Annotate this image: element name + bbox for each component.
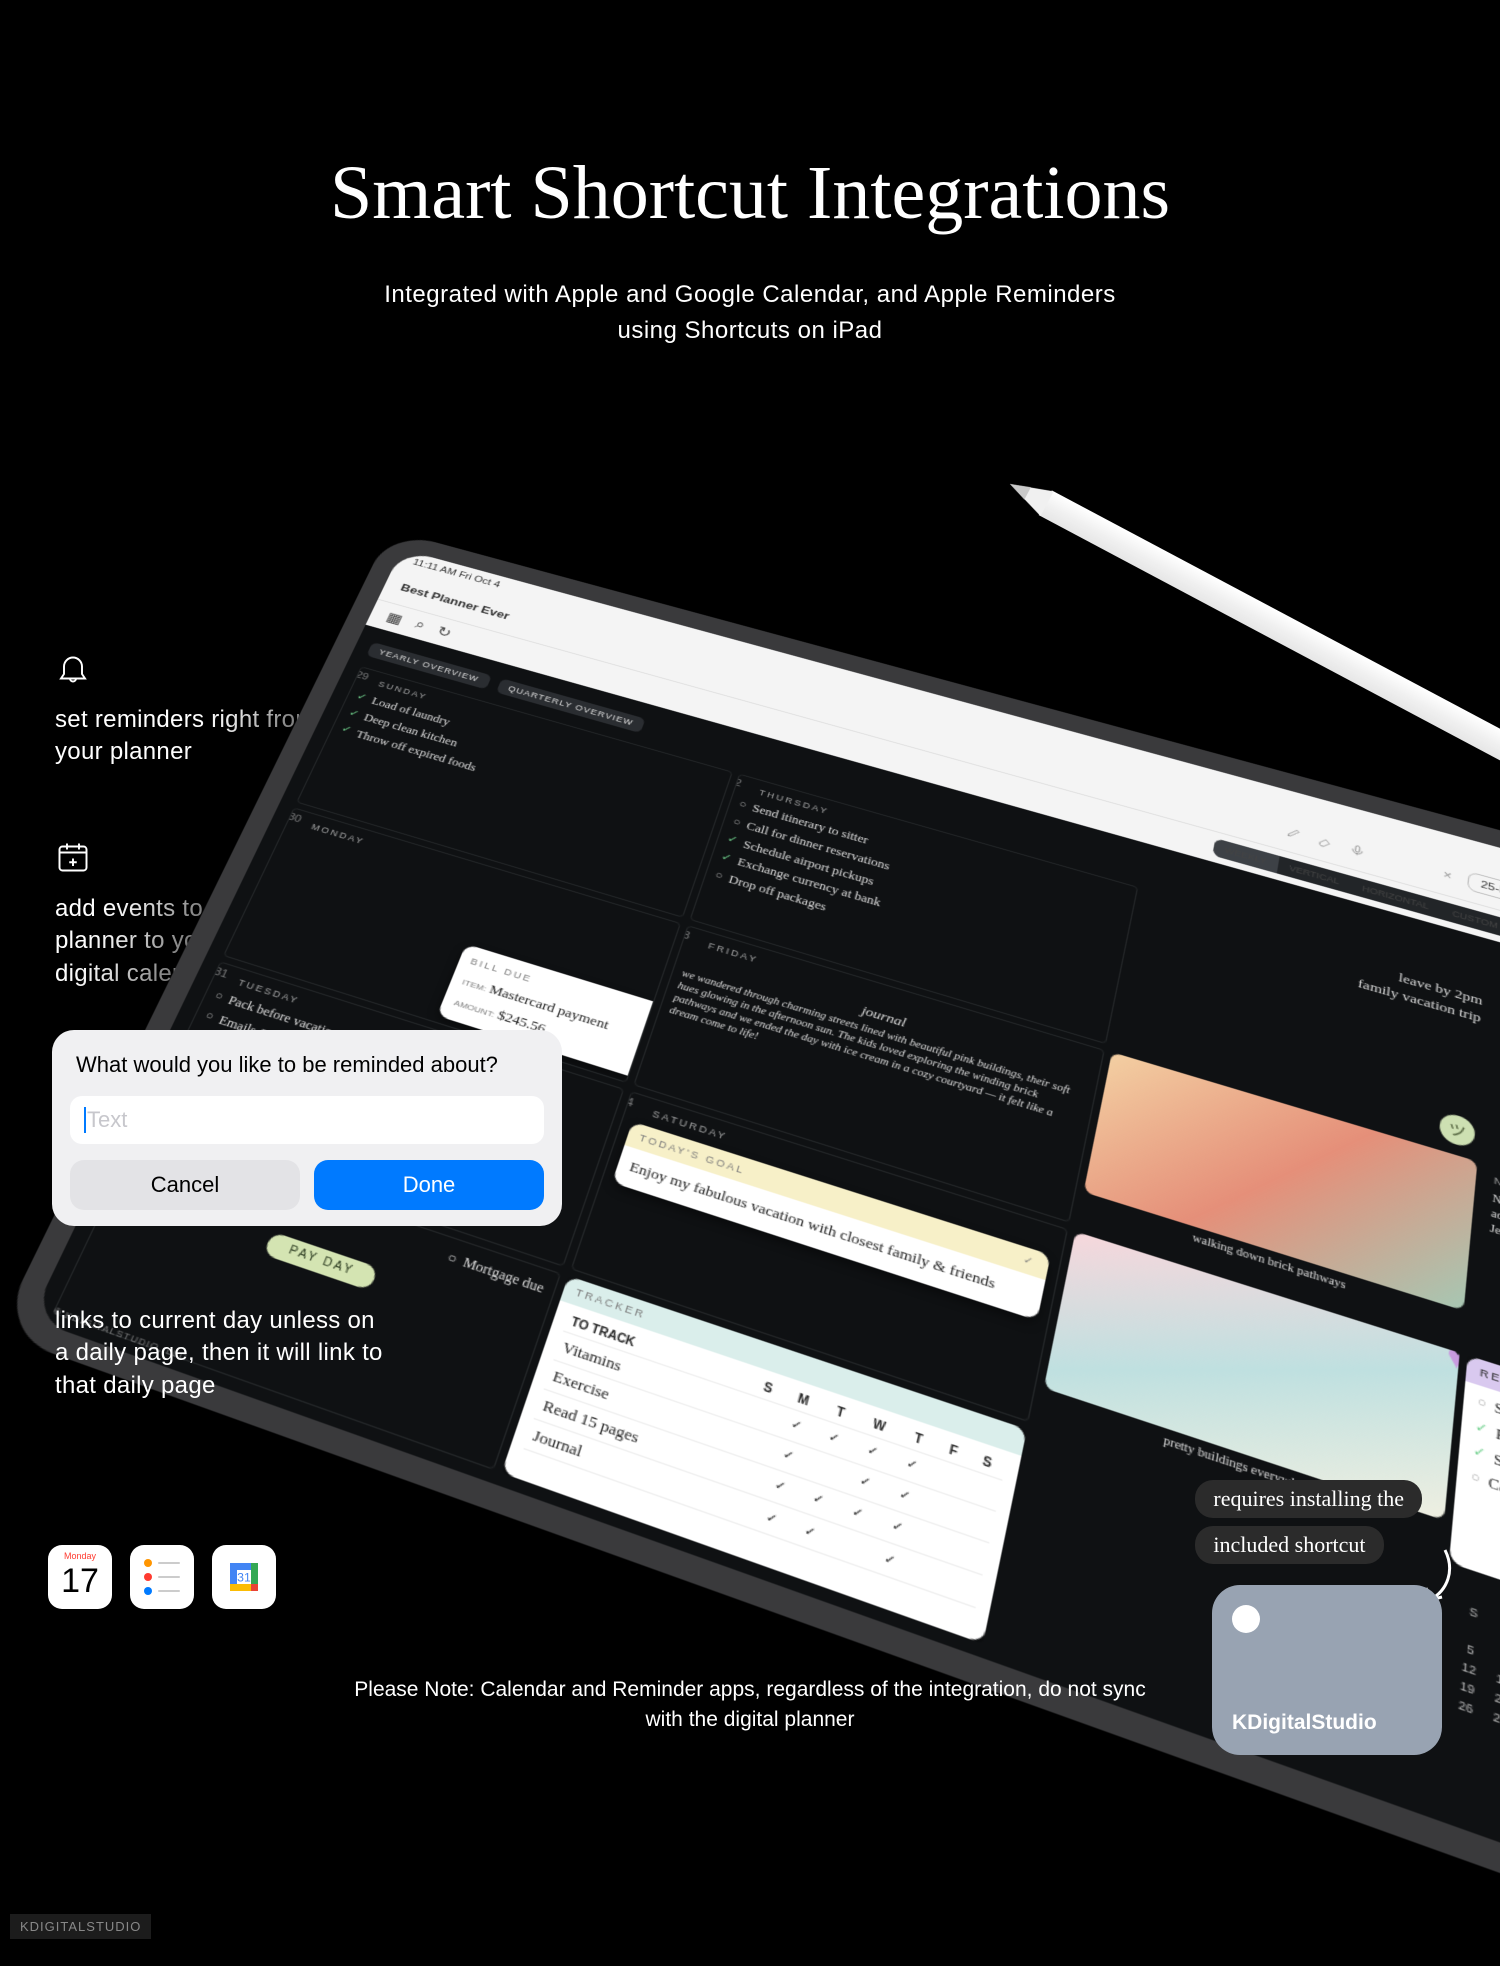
footnote-text: Please Note: Calendar and Reminder apps,… xyxy=(350,1675,1150,1736)
google-calendar-icon: 31 xyxy=(212,1545,276,1609)
brand-watermark: KDIGITALSTUDIO xyxy=(10,1914,151,1939)
page-subtitle: Integrated with Apple and Google Calenda… xyxy=(0,277,1500,349)
reminder-prompt-dialog: What would you like to be reminded about… xyxy=(52,1030,562,1226)
shortcut-tile[interactable]: ☻ KDigitalStudio xyxy=(1212,1585,1442,1755)
search-icon[interactable]: ⌕ xyxy=(412,618,427,634)
integration-app-icons: Monday 17 31 xyxy=(48,1545,276,1609)
page-title: Smart Shortcut Integrations xyxy=(0,150,1500,237)
smiley-icon: ☻ xyxy=(1232,1605,1260,1633)
shortcut-tile-label: KDigitalStudio xyxy=(1232,1711,1422,1735)
dialog-title: What would you like to be reminded about… xyxy=(76,1052,544,1078)
smiley-sticker: ツ xyxy=(1438,1110,1476,1149)
payday-sticker: PAY DAY xyxy=(264,1231,380,1290)
cancel-button[interactable]: Cancel xyxy=(70,1160,300,1210)
eraser-icon[interactable] xyxy=(1316,833,1334,849)
grid-icon[interactable]: ▦ xyxy=(384,609,406,628)
svg-text:31: 31 xyxy=(237,1570,251,1584)
bell-icon xyxy=(55,650,91,686)
apple-reminders-icon xyxy=(130,1545,194,1609)
pencil-icon[interactable] xyxy=(1285,824,1303,840)
calendar-plus-icon xyxy=(55,839,91,875)
done-button[interactable]: Done xyxy=(314,1160,544,1210)
apple-calendar-icon: Monday 17 xyxy=(48,1545,112,1609)
close-icon[interactable]: × xyxy=(1442,867,1452,883)
reminder-text-input[interactable]: Text xyxy=(70,1096,544,1144)
link-behavior-note: links to current day unless on a daily p… xyxy=(55,1305,395,1402)
requires-badge: requires installing the included shortcu… xyxy=(1195,1480,1422,1564)
mic-icon[interactable] xyxy=(1348,842,1366,858)
sync-icon[interactable]: ↻ xyxy=(434,623,454,642)
